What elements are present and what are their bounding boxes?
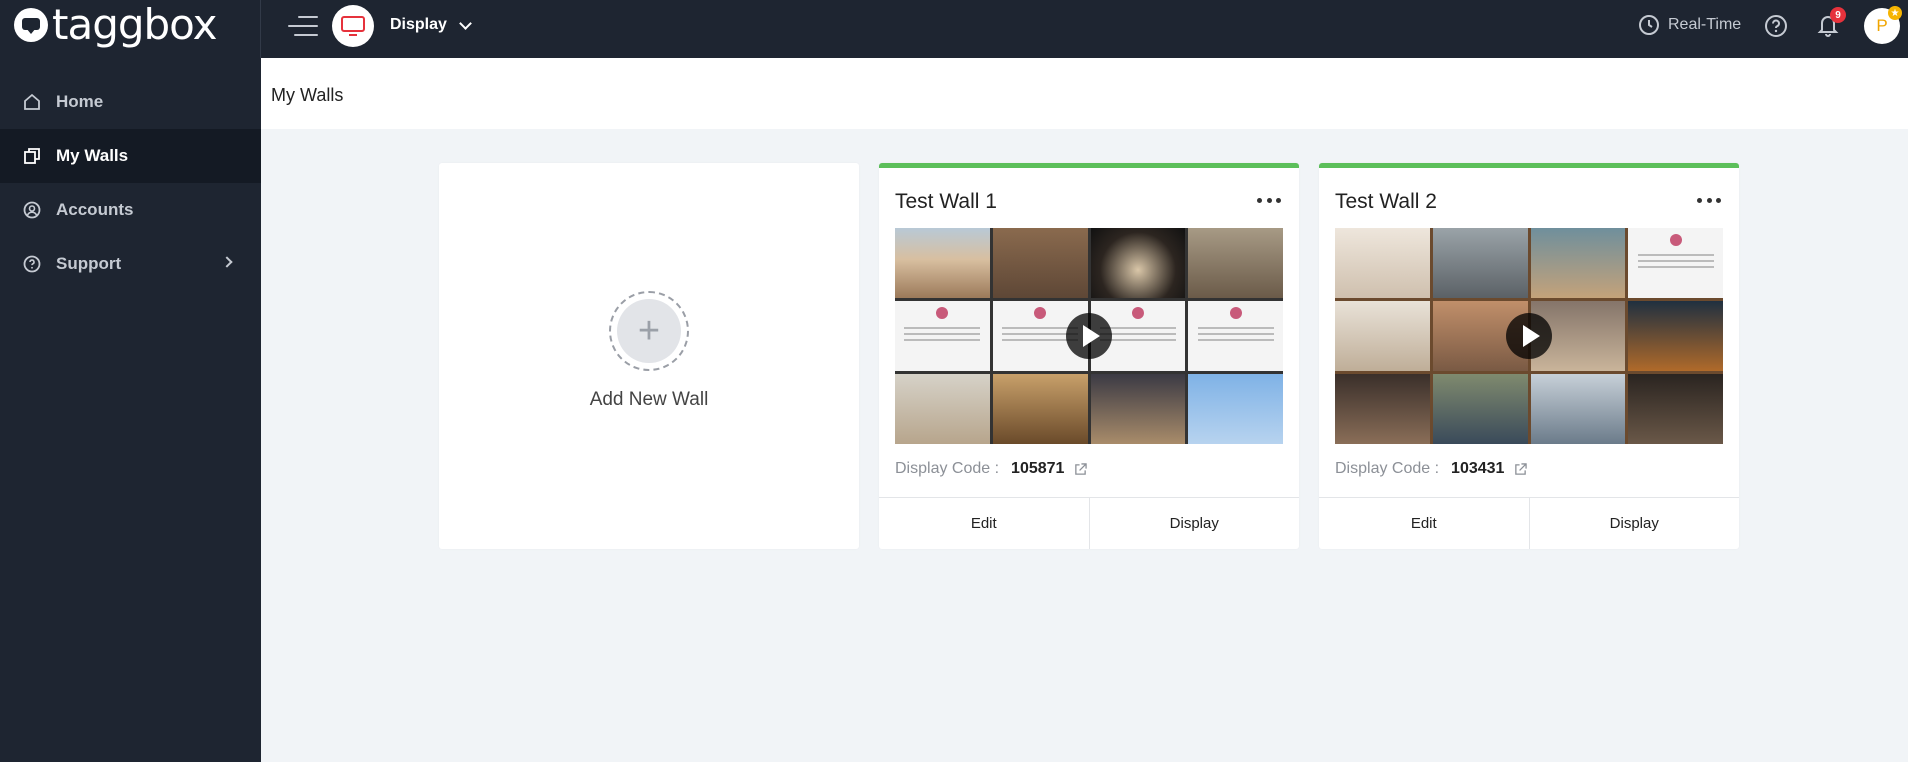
display-code-label: Display Code : bbox=[895, 460, 1000, 477]
play-icon[interactable] bbox=[1066, 313, 1112, 359]
account-icon bbox=[22, 200, 42, 220]
preview-tile bbox=[1628, 301, 1723, 371]
preview-tile bbox=[895, 301, 990, 371]
preview-tile bbox=[1432, 228, 1528, 298]
preview-tile bbox=[1188, 301, 1283, 371]
preview-tile bbox=[1335, 228, 1430, 298]
home-icon bbox=[22, 92, 42, 112]
taggbox-logo[interactable]: taggbox bbox=[14, 0, 217, 49]
notification-badge: 9 bbox=[1830, 7, 1846, 23]
chevron-down-icon bbox=[459, 16, 472, 30]
product-switcher[interactable]: Display bbox=[390, 16, 472, 34]
preview-tile bbox=[1335, 374, 1430, 444]
display-code-row: Display Code : 105871 bbox=[895, 460, 1088, 478]
preview-tile bbox=[1335, 301, 1430, 371]
preview-tile bbox=[1628, 228, 1723, 298]
sidebar-item-support[interactable]: Support bbox=[0, 237, 261, 291]
help-icon bbox=[22, 254, 42, 274]
preview-tile bbox=[992, 374, 1088, 444]
logo-text: taggbox bbox=[52, 0, 217, 49]
card-actions: Edit Display bbox=[1319, 497, 1739, 549]
display-code-label: Display Code : bbox=[1335, 460, 1440, 477]
sidebar-item-label: Support bbox=[56, 254, 122, 273]
add-wall-circle: + bbox=[609, 291, 689, 371]
wall-card: Test Wall 2 Display Code : 103431 Edit D… bbox=[1319, 163, 1739, 549]
display-code-value: 103431 bbox=[1451, 460, 1505, 477]
star-icon: ★ bbox=[1888, 6, 1902, 20]
realtime-label: Real-Time bbox=[1668, 16, 1742, 33]
help-icon[interactable] bbox=[1764, 14, 1788, 38]
preview-tile bbox=[1090, 374, 1186, 444]
top-bar: taggbox Display Real-Time 9 P ★ bbox=[0, 0, 1908, 58]
sidebar-item-label: Accounts bbox=[56, 200, 134, 219]
display-button[interactable]: Display bbox=[1088, 498, 1300, 549]
sidebar: Home My Walls Accounts Support bbox=[0, 58, 261, 762]
wall-preview[interactable] bbox=[895, 228, 1283, 444]
display-code-value: 105871 bbox=[1011, 460, 1065, 477]
clock-icon bbox=[1639, 15, 1659, 35]
wall-title: Test Wall 2 bbox=[1335, 190, 1437, 213]
wall-preview[interactable] bbox=[1335, 228, 1723, 444]
sidebar-item-label: My Walls bbox=[56, 146, 129, 165]
display-button[interactable]: Display bbox=[1528, 498, 1740, 549]
realtime-button[interactable]: Real-Time bbox=[1638, 14, 1741, 36]
preview-tile bbox=[992, 228, 1088, 298]
topbar-divider bbox=[260, 0, 261, 58]
external-link-icon[interactable] bbox=[1514, 462, 1528, 476]
external-link-icon[interactable] bbox=[1074, 462, 1088, 476]
preview-tile bbox=[1432, 374, 1528, 444]
preview-tile bbox=[1090, 228, 1186, 298]
wall-title: Test Wall 1 bbox=[895, 190, 997, 213]
sidebar-item-label: Home bbox=[56, 92, 104, 111]
preview-tile bbox=[1188, 228, 1283, 298]
display-code-row: Display Code : 103431 bbox=[1335, 460, 1528, 478]
wall-card: Test Wall 1 Display Code : 105871 Edit D… bbox=[879, 163, 1299, 549]
logo-icon bbox=[14, 8, 48, 42]
play-icon[interactable] bbox=[1506, 313, 1552, 359]
more-options-icon[interactable] bbox=[1257, 190, 1281, 210]
page-header: My Walls bbox=[261, 58, 1908, 129]
sidebar-item-my-walls[interactable]: My Walls bbox=[0, 129, 261, 183]
edit-button[interactable]: Edit bbox=[879, 498, 1089, 549]
page-title: My Walls bbox=[271, 85, 344, 105]
preview-tile bbox=[1628, 374, 1723, 444]
display-product-icon bbox=[332, 5, 374, 47]
add-wall-label: Add New Wall bbox=[589, 389, 709, 410]
sidebar-item-home[interactable]: Home bbox=[0, 75, 261, 129]
preview-tile bbox=[1188, 374, 1283, 444]
sidebar-item-accounts[interactable]: Accounts bbox=[0, 183, 261, 237]
preview-tile bbox=[895, 374, 990, 444]
preview-tile bbox=[895, 228, 990, 298]
product-label: Display bbox=[390, 16, 447, 33]
menu-toggle-icon[interactable] bbox=[286, 14, 318, 36]
chevron-right-icon bbox=[221, 256, 233, 268]
edit-button[interactable]: Edit bbox=[1319, 498, 1529, 549]
walls-icon bbox=[22, 146, 42, 166]
plus-icon: + bbox=[617, 299, 681, 363]
more-options-icon[interactable] bbox=[1697, 190, 1721, 210]
card-actions: Edit Display bbox=[879, 497, 1299, 549]
preview-tile bbox=[1530, 374, 1626, 444]
add-new-wall-card[interactable]: + Add New Wall bbox=[439, 163, 859, 549]
preview-tile bbox=[1530, 228, 1626, 298]
